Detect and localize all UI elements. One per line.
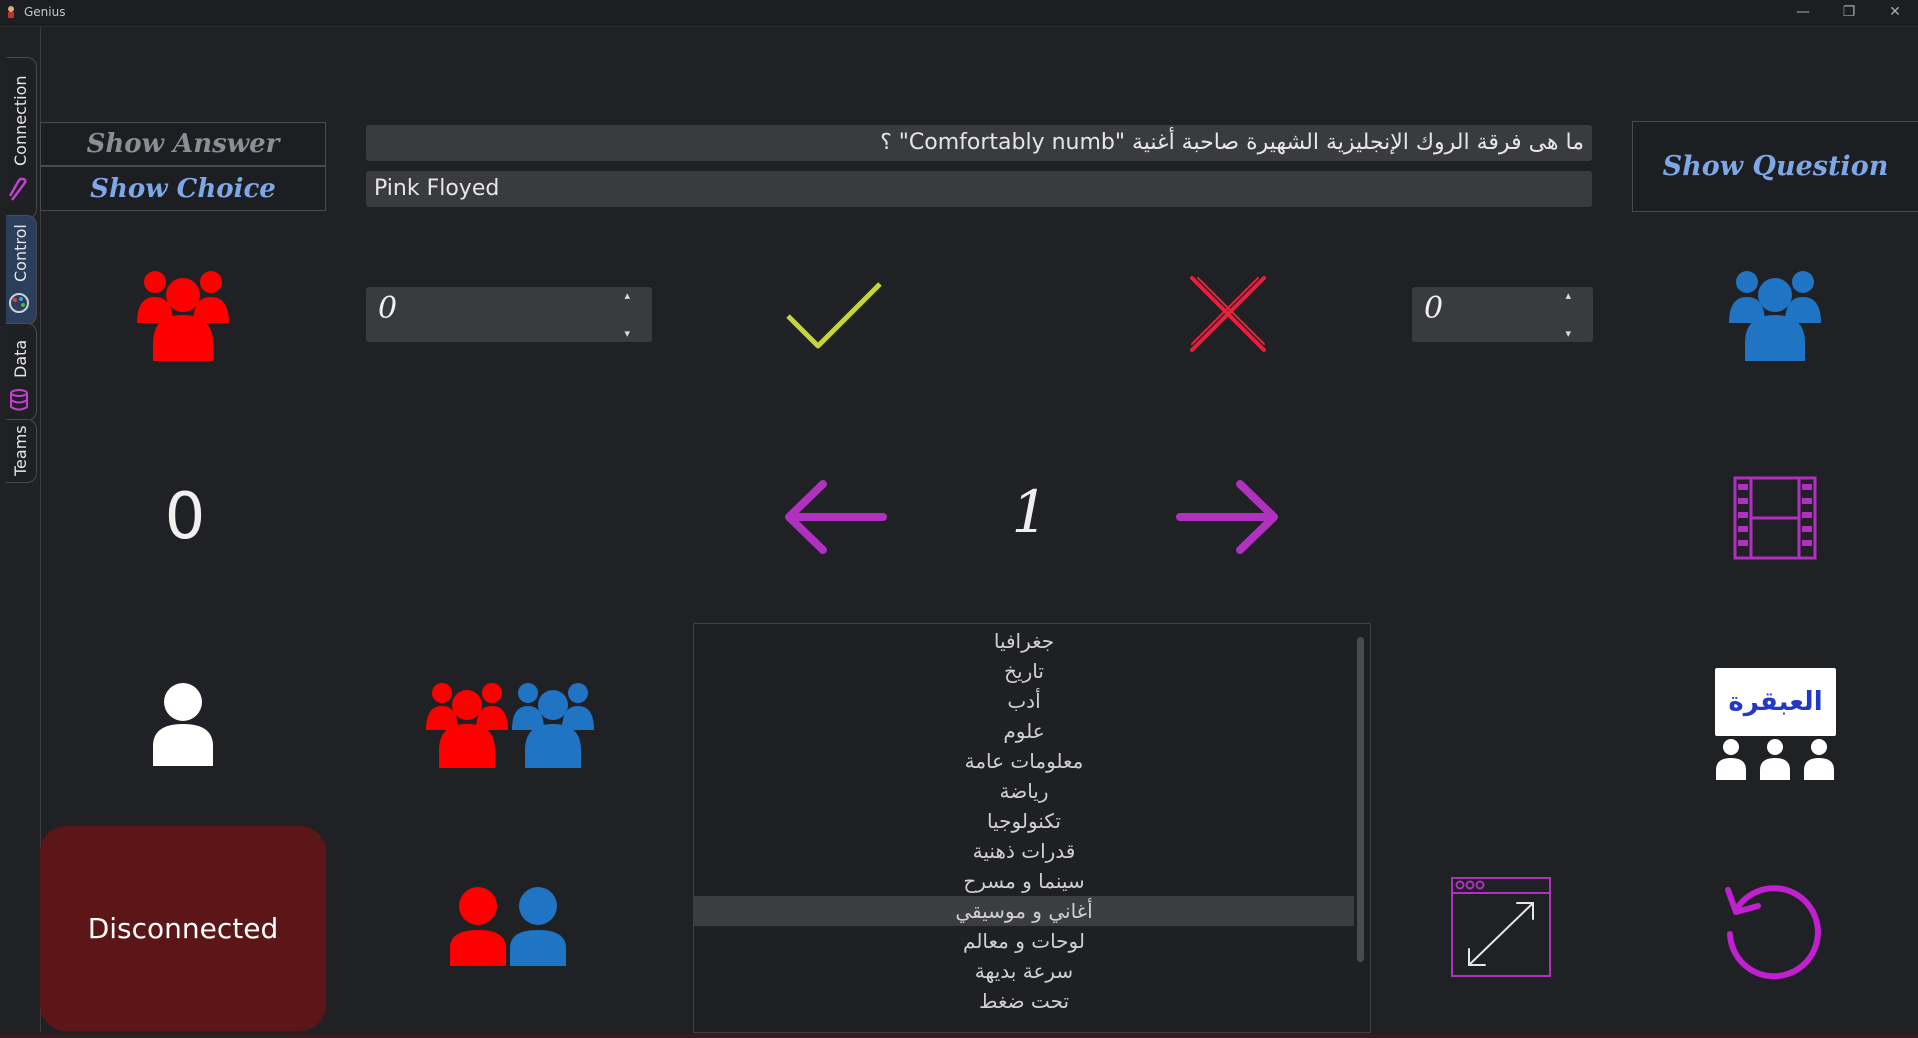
tab-teams[interactable]: Teams xyxy=(6,419,37,483)
answer-field[interactable]: Pink Floyed xyxy=(366,171,1592,207)
category-item[interactable]: لوحات و معالم xyxy=(694,926,1354,956)
reset-icon[interactable] xyxy=(1722,880,1826,980)
bottom-border xyxy=(0,1034,1918,1038)
category-list[interactable]: جغرافيا تاريخ أدب علوم معلومات عامة رياض… xyxy=(693,623,1371,1033)
category-item[interactable]: معلومات عامة xyxy=(694,746,1354,776)
category-item[interactable]: سرعة بديهة xyxy=(694,956,1354,986)
blue-score-spinbox[interactable]: 0 ▴ ▾ xyxy=(1412,287,1593,342)
category-item[interactable]: قدرات ذهنية xyxy=(694,836,1354,866)
question-number: 1 xyxy=(1011,478,1049,546)
tab-data[interactable]: Data xyxy=(6,323,37,421)
both-teams-icon[interactable] xyxy=(424,678,596,768)
paperclip-icon xyxy=(8,177,27,201)
single-player-icon[interactable] xyxy=(151,682,215,766)
database-icon xyxy=(10,389,28,411)
category-list-scrollbar[interactable] xyxy=(1357,637,1364,962)
category-item[interactable]: أدب xyxy=(694,686,1354,716)
tab-teams-label: Teams xyxy=(11,425,30,476)
wrong-x-icon[interactable] xyxy=(1188,274,1268,354)
red-score-spinbox[interactable]: 0 ▴ ▾ xyxy=(366,287,652,342)
tab-control[interactable]: Control xyxy=(6,215,37,325)
close-icon[interactable]: ✕ xyxy=(1872,0,1918,26)
audience-icon xyxy=(1716,739,1834,780)
red-team-icon[interactable] xyxy=(135,265,231,361)
category-item[interactable]: سينما و مسرح xyxy=(694,866,1354,896)
logo-banner: العبقرة xyxy=(1715,668,1836,736)
red-score-down-icon[interactable]: ▾ xyxy=(624,327,630,340)
category-item[interactable]: تكنولوجيا xyxy=(694,806,1354,836)
maximize-icon[interactable]: ❐ xyxy=(1826,0,1872,26)
film-strip-icon[interactable] xyxy=(1733,476,1817,560)
palette-icon xyxy=(9,293,29,313)
tab-data-label: Data xyxy=(11,339,30,378)
category-item-selected[interactable]: أغاني و موسيقي xyxy=(694,896,1354,926)
fullscreen-icon[interactable] xyxy=(1451,877,1551,977)
category-item[interactable]: تحت ضغط xyxy=(694,986,1354,1016)
tab-control-label: Control xyxy=(11,224,30,282)
window-title: Genius xyxy=(24,5,66,19)
blue-score-up-icon[interactable]: ▴ xyxy=(1565,289,1571,302)
counter-value: 0 xyxy=(164,480,206,554)
tab-connection-label: Connection xyxy=(11,75,30,166)
previous-arrow-icon[interactable] xyxy=(783,480,887,554)
red-score-up-icon[interactable]: ▴ xyxy=(624,289,630,302)
tab-strip: Connection Control Data Teams xyxy=(0,27,41,1032)
correct-check-icon[interactable] xyxy=(784,280,884,350)
two-players-icon[interactable] xyxy=(448,886,568,966)
category-item[interactable]: تاريخ xyxy=(694,656,1354,686)
category-item[interactable]: رياضة xyxy=(694,776,1354,806)
title-bar xyxy=(0,0,1918,27)
blue-score-down-icon[interactable]: ▾ xyxy=(1565,327,1571,340)
red-score-value: 0 xyxy=(378,291,398,326)
tab-connection[interactable]: Connection xyxy=(6,57,37,219)
app-icon xyxy=(8,6,14,18)
blue-team-icon[interactable] xyxy=(1727,265,1823,361)
show-question-button[interactable]: Show Question xyxy=(1632,121,1918,212)
show-answer-button[interactable]: Show Answer xyxy=(40,122,326,166)
question-field[interactable]: ما هى فرقة الروك الإنجليزية الشهيرة صاحب… xyxy=(366,125,1592,161)
next-arrow-icon[interactable] xyxy=(1176,480,1280,554)
minimize-icon[interactable]: — xyxy=(1780,0,1826,26)
category-item[interactable]: علوم xyxy=(694,716,1354,746)
show-choice-button[interactable]: Show Choice xyxy=(40,166,326,211)
blue-score-value: 0 xyxy=(1424,291,1444,326)
category-item[interactable]: جغرافيا xyxy=(694,626,1354,656)
connection-status-button[interactable]: Disconnected xyxy=(40,826,326,1031)
